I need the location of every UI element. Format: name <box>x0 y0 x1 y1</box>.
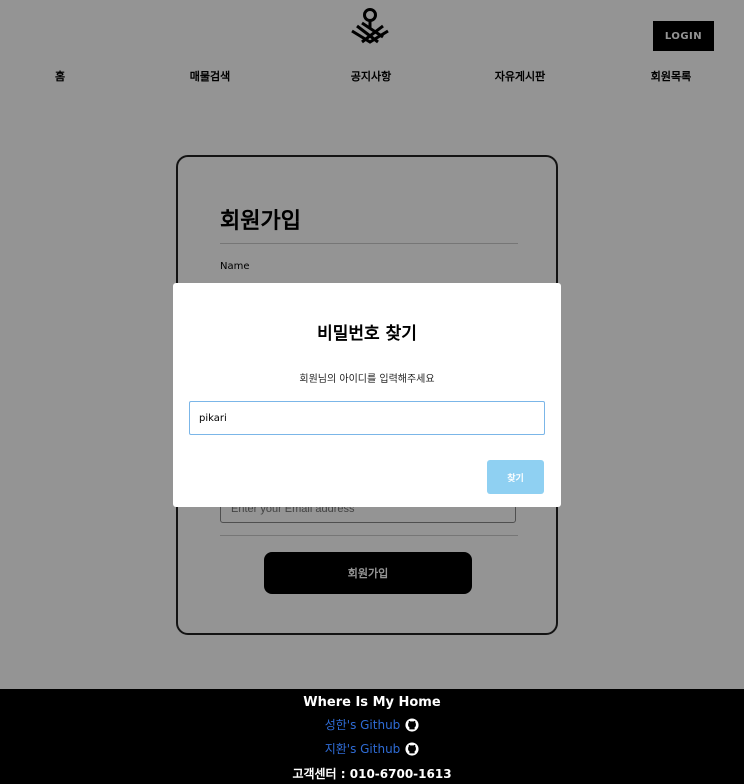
github-link-jihwan[interactable]: 지환's Github <box>0 740 744 757</box>
github-link-label: 성한's Github <box>324 718 401 732</box>
modal-title: 비밀번호 찾기 <box>317 324 417 344</box>
github-link-seonghan[interactable]: 성한's Github <box>0 716 744 733</box>
customer-center-contact: 고객센터 : 010-6700-1613 <box>292 767 452 781</box>
github-icon <box>405 717 419 732</box>
user-id-input[interactable] <box>189 401 545 435</box>
site-footer: Where Is My Home 성한's Github 지환's Github… <box>0 689 744 784</box>
github-link-label: 지환's Github <box>324 742 401 756</box>
github-icon <box>405 741 419 756</box>
find-password-modal: 비밀번호 찾기 회원님의 아이디를 입력해주세요 찾기 <box>173 283 561 507</box>
modal-description: 회원님의 아이디를 입력해주세요 <box>299 374 435 385</box>
find-button[interactable]: 찾기 <box>487 460 544 494</box>
footer-title: Where Is My Home <box>303 695 441 710</box>
